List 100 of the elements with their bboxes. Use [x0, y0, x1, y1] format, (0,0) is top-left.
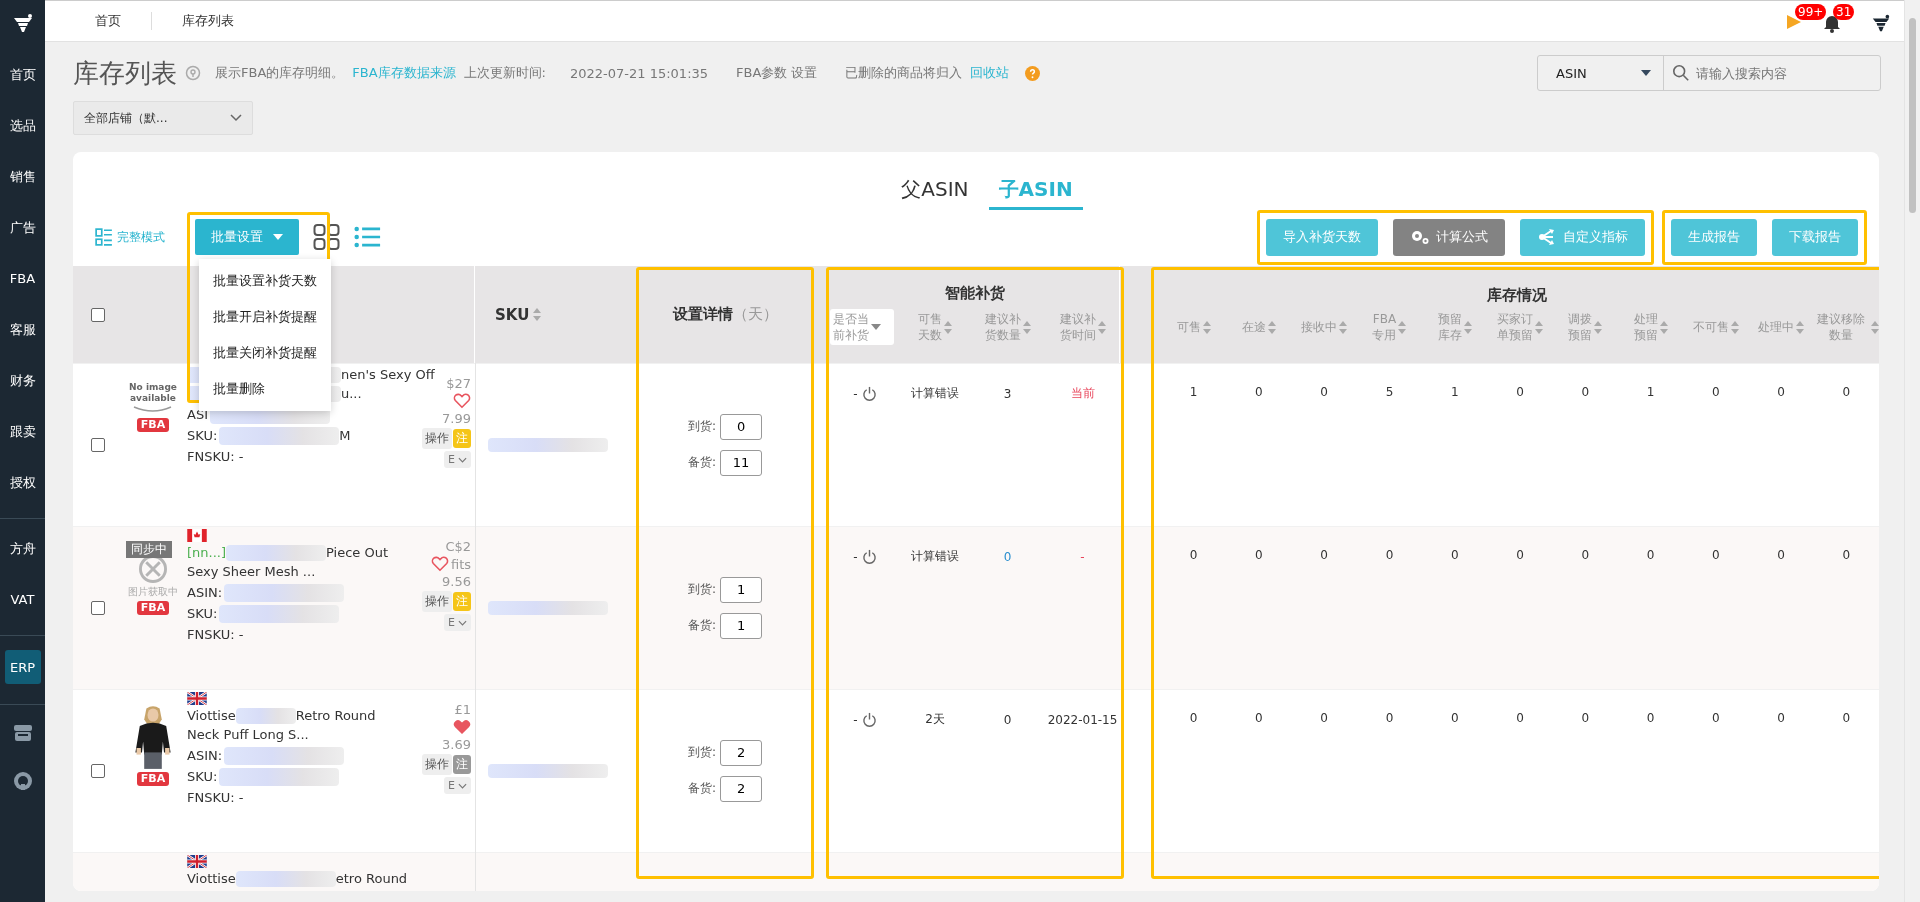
sidebar-item[interactable]: 首页	[0, 49, 45, 100]
more-button[interactable]: E	[444, 777, 471, 794]
sort-icon[interactable]	[944, 320, 952, 334]
sort-icon[interactable]	[1097, 320, 1106, 334]
list-view-icon[interactable]	[354, 224, 381, 250]
menu-item[interactable]: 批量关闭补货提醒	[199, 335, 331, 371]
power-icon[interactable]	[861, 712, 877, 727]
sort-icon[interactable]	[1267, 320, 1276, 334]
menu-item[interactable]: 批量开启补货提醒	[199, 299, 331, 335]
more-button[interactable]: E	[444, 451, 471, 468]
column-header: 预留 库存	[1437, 311, 1462, 343]
sort-icon[interactable]	[1594, 320, 1603, 334]
arrival-field[interactable]: 2	[720, 739, 762, 766]
sort-icon[interactable]	[1535, 320, 1543, 334]
sidebar-item[interactable]: 方舟	[0, 523, 45, 574]
column-group-header: 库存情况	[1486, 286, 1548, 305]
heart-icon[interactable]	[430, 556, 449, 572]
share-arrows-icon	[1537, 229, 1557, 245]
sort-icon[interactable]	[1463, 320, 1472, 334]
fba-settings-link[interactable]: FBA参数 设置	[736, 64, 818, 82]
cell-text: 0	[1581, 548, 1590, 562]
sort-icon[interactable]	[1398, 320, 1407, 334]
sidebar-item[interactable]: 授权	[0, 457, 45, 508]
action-button[interactable]: 操作	[422, 754, 452, 775]
arrival-field[interactable]: 1	[720, 576, 762, 603]
cell-text: 0	[1320, 711, 1328, 725]
product-title-text: Retro Round	[295, 707, 376, 725]
product-title-text: Sexy Sheer Mesh ...	[187, 563, 316, 581]
cell-text: 0	[1003, 712, 1012, 727]
toolbar-button[interactable]: 计算公式	[1393, 218, 1505, 256]
sort-icon[interactable]	[1796, 320, 1805, 334]
cell-text: 0	[1189, 548, 1198, 562]
asin-tab[interactable]: 父ASIN	[891, 176, 979, 210]
price-text: C$2	[445, 539, 471, 554]
sort-icon[interactable]	[1730, 320, 1739, 334]
price-text: fits	[450, 556, 471, 572]
cell-text: 0	[1450, 711, 1459, 725]
power-icon[interactable]	[861, 386, 877, 401]
action-button[interactable]: 操作	[422, 428, 452, 449]
field-label: 到货:	[687, 744, 716, 761]
stock-field[interactable]: 11	[720, 449, 762, 476]
column-header: 设置详情	[672, 305, 733, 324]
stock-field[interactable]: 1	[720, 612, 762, 639]
field-label: 到货:	[687, 581, 716, 598]
top-tab[interactable]: 首页	[95, 12, 121, 30]
sort-icon[interactable]	[1022, 320, 1031, 334]
column-header: 买家订 单预留	[1497, 311, 1533, 343]
column-header: 建议补 货数量	[984, 311, 1021, 343]
scrollbar-thumb[interactable]	[1909, 18, 1916, 213]
cell-text: 0	[1450, 548, 1459, 562]
search-field[interactable]: 请输入搜索内容	[1694, 64, 1868, 82]
logo-icon[interactable]	[1870, 13, 1892, 33]
search-icon[interactable]	[1672, 64, 1690, 82]
heart-icon[interactable]	[453, 393, 471, 409]
sidebar-item[interactable]: ERP	[4, 650, 41, 684]
sort-icon[interactable]	[1339, 320, 1348, 334]
sidebar-item[interactable]: FBA	[0, 253, 45, 304]
stock-field[interactable]: 2	[720, 775, 762, 802]
cell-text: 0	[1646, 548, 1655, 562]
column-header: 调拨 预留	[1568, 311, 1593, 343]
sku-text: M	[339, 427, 351, 445]
cell-text[interactable]: 0	[1003, 549, 1012, 564]
sidebar-item[interactable]: 客服	[0, 304, 45, 355]
heart-icon[interactable]	[453, 719, 471, 735]
store-select[interactable]: 全部店铺（默...	[73, 101, 253, 135]
power-icon[interactable]	[861, 549, 877, 564]
column-header: 建议补 货时间	[1059, 311, 1096, 343]
sort-icon[interactable]	[1659, 320, 1668, 334]
column-header: 可售 天数	[918, 311, 942, 343]
menu-item[interactable]: 批量删除	[199, 371, 331, 407]
close-circle-icon	[139, 555, 167, 583]
fnsku-text: FNSKU: -	[187, 448, 245, 466]
sku-label: SKU:	[187, 427, 218, 445]
price-text: £1	[454, 702, 471, 717]
action-button[interactable]: 操作	[422, 591, 452, 612]
column-header: SKU	[495, 305, 530, 324]
cell-text: 0	[1646, 711, 1655, 725]
cell-text: 0	[1712, 548, 1720, 562]
sidebar-item[interactable]: 跟卖	[0, 406, 45, 457]
cell-text: 0	[1255, 711, 1263, 725]
cell-text: 0	[1842, 548, 1851, 562]
sidebar-item[interactable]: 选品	[0, 100, 45, 151]
cell-text: 0	[1255, 385, 1263, 399]
chevron-down-icon	[230, 114, 242, 122]
product-title-text: u...	[341, 385, 362, 403]
sidebar-item[interactable]: VAT	[0, 574, 45, 625]
menu-item[interactable]: 批量设置补货天数	[199, 263, 331, 299]
sidebar-item[interactable]: 广告	[0, 202, 45, 253]
field-select[interactable]: ASIN	[1538, 56, 1664, 90]
sort-icon[interactable]	[1202, 320, 1211, 334]
sort-icon[interactable]	[533, 308, 542, 321]
grid-view-icon[interactable]	[313, 224, 340, 250]
column-header: 处理中	[1758, 319, 1795, 335]
arrival-field[interactable]: 0	[720, 413, 762, 440]
more-button[interactable]: E	[444, 614, 471, 631]
cell-text: 0	[1712, 385, 1720, 399]
sort-icon[interactable]	[1871, 320, 1879, 334]
top-tab[interactable]: 库存列表	[182, 12, 234, 30]
sidebar-item[interactable]: 财务	[0, 355, 45, 406]
sidebar-item[interactable]: 销售	[0, 151, 45, 202]
